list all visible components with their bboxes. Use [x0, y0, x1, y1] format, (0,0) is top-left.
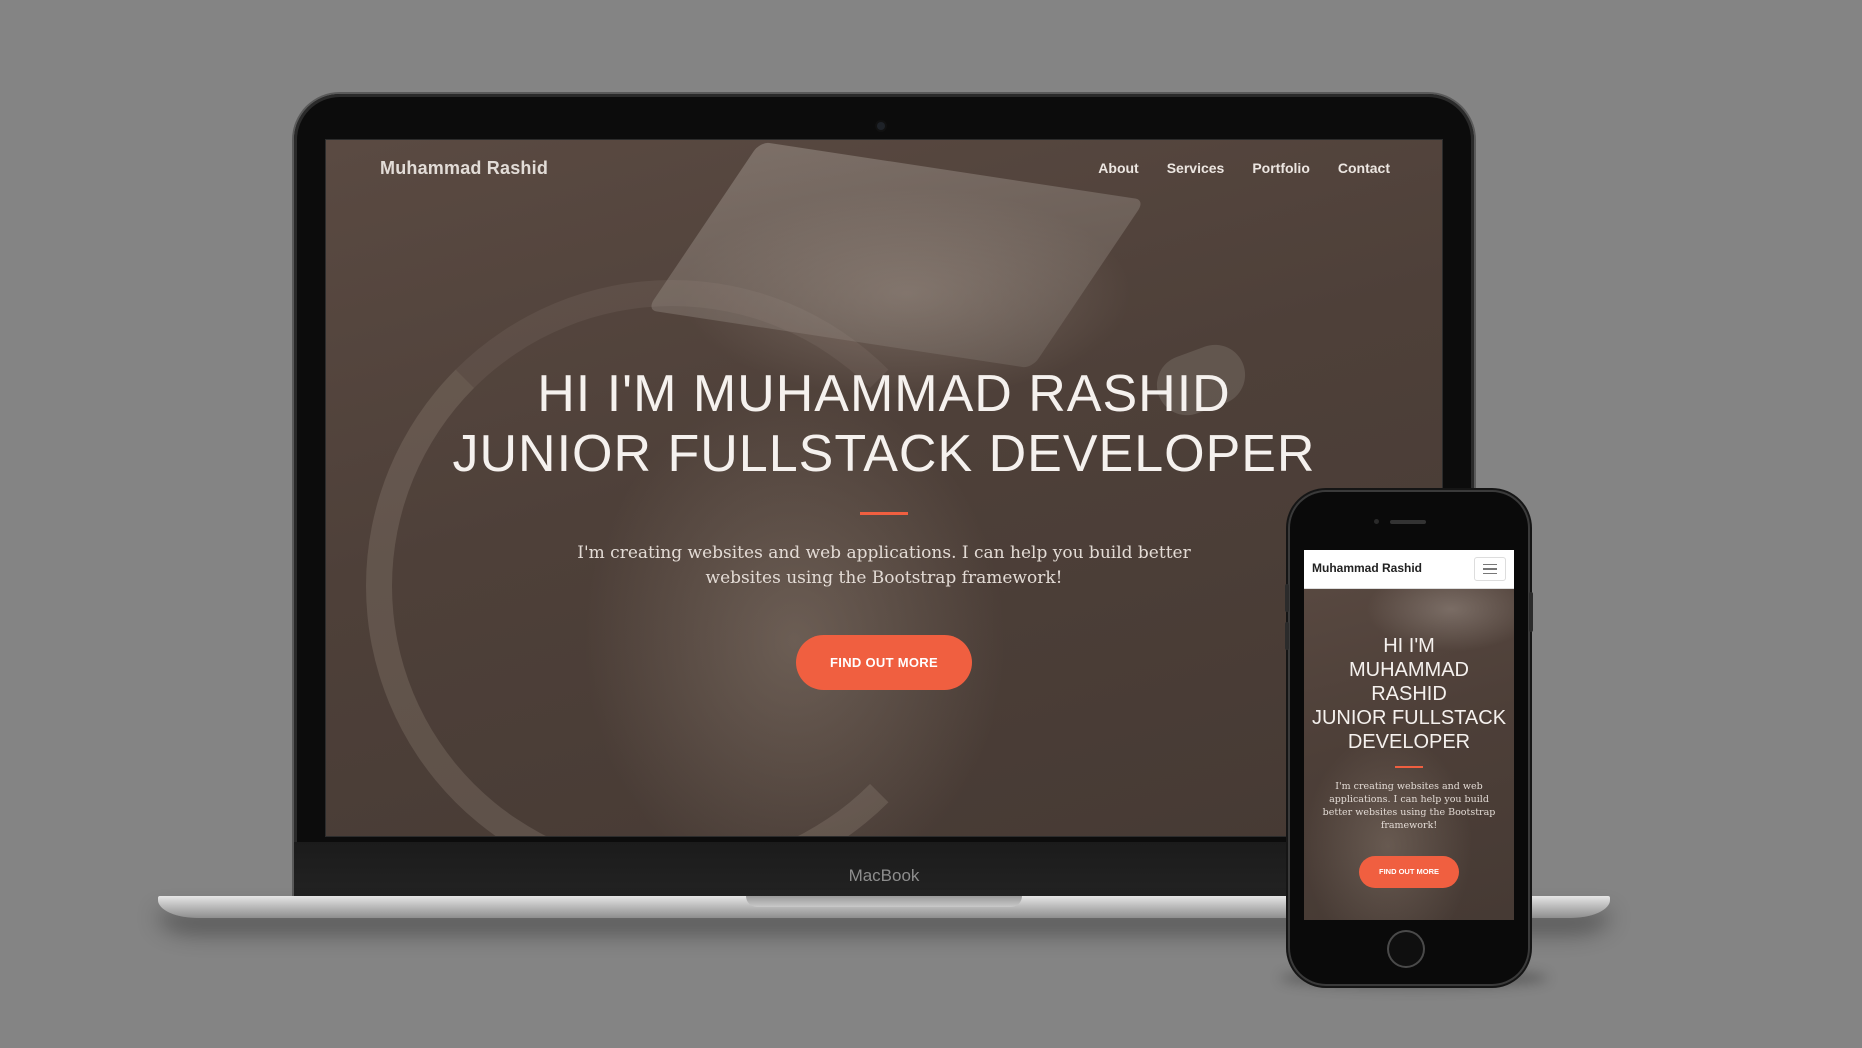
hero-title-line-1: HI I'M MUHAMMAD RASHID [537, 365, 1231, 423]
mobile-hero-title: HI I'M MUHAMMAD RASHID JUNIOR FULLSTACK … [1304, 634, 1514, 754]
hero-section: HI I'M MUHAMMAD RASHID JUNIOR FULLSTACK … [326, 364, 1442, 690]
mobile-navbar: Muhammad Rashid [1304, 550, 1514, 589]
mobile-hero-section: HI I'M MUHAMMAD RASHID JUNIOR FULLSTACK … [1304, 634, 1514, 888]
phone-volume-down [1285, 622, 1289, 650]
hamburger-menu-icon[interactable] [1474, 557, 1506, 581]
hero-divider [860, 512, 908, 515]
mobile-hero-divider [1395, 766, 1423, 768]
mobile-title-line: RASHID [1371, 683, 1447, 705]
phone-speaker [1390, 520, 1426, 524]
laptop-notch [746, 896, 1022, 907]
mobile-title-line: JUNIOR FULLSTACK [1311, 707, 1507, 729]
mobile-title-line: HI I'M [1383, 635, 1435, 657]
hero-title-line-2: JUNIOR FULLSTACK DEVELOPER [452, 425, 1316, 483]
nav-link-services[interactable]: Services [1167, 160, 1225, 176]
hero-title: HI I'M MUHAMMAD RASHID JUNIOR FULLSTACK … [326, 364, 1442, 484]
camera-icon [877, 122, 885, 130]
mobile-title-line: DEVELOPER [1347, 731, 1471, 753]
phone-mockup: Muhammad Rashid HI I'M MUHAMMAD RASHID J… [1285, 492, 1533, 984]
phone-home-button [1387, 930, 1425, 968]
phone-power-button [1529, 592, 1533, 632]
mobile-title-line: MUHAMMAD [1349, 659, 1469, 681]
phone-camera-icon [1374, 519, 1379, 524]
hero-text: I'm creating websites and web applicatio… [577, 543, 1191, 588]
site-brand-link[interactable]: Muhammad Rashid [380, 158, 548, 179]
find-out-more-button[interactable]: FIND OUT MORE [796, 635, 972, 690]
nav-link-portfolio[interactable]: Portfolio [1252, 160, 1310, 176]
nav-link-contact[interactable]: Contact [1338, 160, 1390, 176]
mobile-find-out-more-button[interactable]: FIND OUT MORE [1359, 856, 1459, 888]
mobile-hero-text: I'm creating websites and web applicatio… [1322, 781, 1496, 831]
nav-links: About Services Portfolio Contact [1098, 160, 1390, 176]
nav-link-about[interactable]: About [1098, 160, 1138, 176]
phone-volume-up [1285, 584, 1289, 612]
site-navbar: Muhammad Rashid About Services Portfolio… [326, 140, 1442, 200]
mobile-brand-link[interactable]: Muhammad Rashid [1312, 561, 1422, 575]
desktop-site: Muhammad Rashid About Services Portfolio… [326, 140, 1442, 836]
mobile-site: Muhammad Rashid HI I'M MUHAMMAD RASHID J… [1304, 550, 1514, 920]
